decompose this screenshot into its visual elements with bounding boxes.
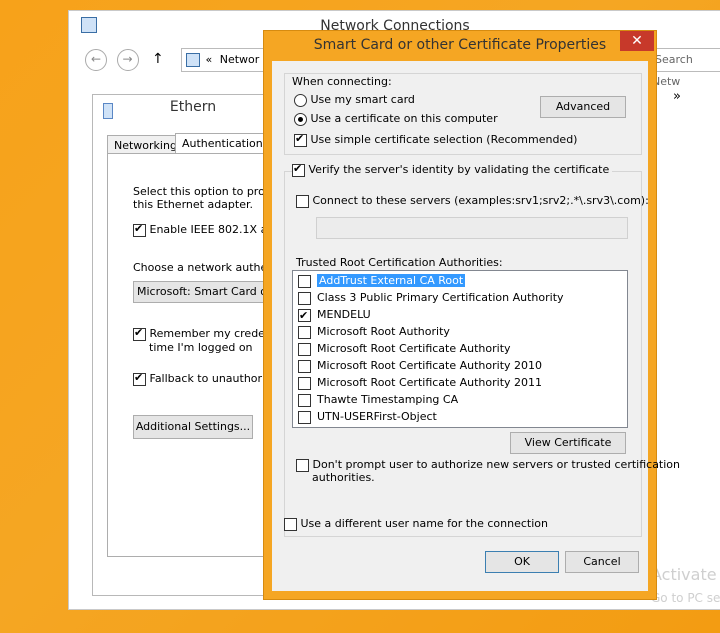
different-user-checkbox[interactable] xyxy=(284,517,297,531)
ca-name: AddTrust External CA Root xyxy=(317,274,466,287)
ca-checkbox[interactable] xyxy=(298,291,311,305)
dialog-title: Smart Card or other Certificate Properti… xyxy=(313,37,607,53)
simple-selection-label: Use simple certificate selection (Recomm… xyxy=(310,133,578,146)
ca-checkbox[interactable] xyxy=(298,393,311,407)
fallback-checkbox[interactable] xyxy=(133,371,146,386)
ca-checkbox[interactable] xyxy=(298,325,311,339)
search-input[interactable]: Search Netw xyxy=(651,48,720,88)
ca-checkbox[interactable] xyxy=(298,359,311,373)
ca-list-item[interactable]: UTN-USERFirst-Object xyxy=(298,408,618,425)
smart-card-radio[interactable] xyxy=(294,93,307,107)
ca-list-item[interactable]: MENDELU xyxy=(298,306,618,324)
additional-settings-button[interactable]: Additional Settings... xyxy=(133,415,253,439)
ca-list-item[interactable]: Microsoft Root Certificate Authority xyxy=(298,340,618,357)
ca-list-item[interactable]: AddTrust External CA Root xyxy=(298,272,618,289)
smart-card-dialog: Smart Card or other Certificate Properti… xyxy=(263,30,680,600)
activation-watermark: Activate xyxy=(651,565,717,584)
ok-button[interactable]: OK xyxy=(485,551,559,573)
breadcrumb[interactable]: Networ xyxy=(220,53,260,66)
auth-method-select[interactable]: Microsoft: Smart Card or oth xyxy=(133,281,278,303)
ca-list-item[interactable]: Class 3 Public Primary Certification Aut… xyxy=(298,289,618,306)
ca-checkbox[interactable] xyxy=(298,307,311,324)
ca-list-item[interactable]: Thawte Timestamping CA xyxy=(298,391,618,408)
remember-credentials-label-2: time I'm logged on xyxy=(149,341,253,354)
folder-icon xyxy=(186,53,200,67)
ca-name: Thawte Timestamping CA xyxy=(317,393,459,406)
verify-server-label: Verify the server's identity by validati… xyxy=(308,163,610,176)
certificate-radio[interactable] xyxy=(294,112,307,126)
dont-prompt-label-2: authorities. xyxy=(312,471,375,484)
enable-8021x-checkbox[interactable] xyxy=(133,222,146,237)
breadcrumb-chevrons: « xyxy=(205,53,213,66)
ca-checkbox[interactable] xyxy=(298,342,311,356)
connect-servers-label: Connect to these servers (examples:srv1;… xyxy=(312,194,649,207)
ca-name: UTN-USERFirst-Object xyxy=(317,410,437,423)
view-certificate-button[interactable]: View Certificate xyxy=(510,432,626,454)
ca-checkbox[interactable] xyxy=(298,274,311,288)
ca-list-item[interactable]: Microsoft Root Certificate Authority 201… xyxy=(298,357,618,374)
dont-prompt-label: Don't prompt user to authorize new serve… xyxy=(312,458,681,471)
ca-name: Class 3 Public Primary Certification Aut… xyxy=(317,291,564,304)
ca-name: Microsoft Root Certificate Authority 201… xyxy=(317,359,543,372)
ca-name: MENDELU xyxy=(317,308,371,321)
ca-rows: AddTrust External CA Root Class 3 Public … xyxy=(298,272,618,425)
ca-list-item[interactable]: Microsoft Root Authority xyxy=(298,323,618,340)
back-button[interactable]: ← xyxy=(85,49,107,71)
verify-server-checkbox[interactable] xyxy=(292,162,305,177)
cancel-button[interactable]: Cancel xyxy=(565,551,639,573)
activation-watermark-sub: Go to PC se xyxy=(651,591,720,605)
close-button[interactable]: ✕ xyxy=(620,31,654,51)
when-connecting-label: When connecting: xyxy=(292,75,392,88)
simple-selection-checkbox[interactable] xyxy=(294,132,307,147)
tab-authentication[interactable]: Authentication xyxy=(175,133,270,154)
different-user-label: Use a different user name for the connec… xyxy=(300,517,548,530)
toolbar-overflow[interactable]: » xyxy=(673,89,681,104)
ca-list-item[interactable]: Microsoft Root Certificate Authority 201… xyxy=(298,374,618,391)
ca-name: Microsoft Root Authority xyxy=(317,325,450,338)
ca-name: Microsoft Root Certificate Authority xyxy=(317,342,511,355)
remember-credentials-checkbox[interactable] xyxy=(133,326,146,341)
auth-description-2: this Ethernet adapter. xyxy=(133,198,253,211)
smart-card-label: Use my smart card xyxy=(310,93,415,106)
ca-checkbox[interactable] xyxy=(298,376,311,390)
up-button[interactable]: ↑ xyxy=(152,51,164,67)
connect-servers-checkbox[interactable] xyxy=(296,194,309,208)
trusted-roots-label: Trusted Root Certification Authorities: xyxy=(296,256,503,269)
certificate-label: Use a certificate on this computer xyxy=(310,112,498,125)
address-bar[interactable]: « Networ xyxy=(181,48,273,72)
ca-name: Microsoft Root Certificate Authority 201… xyxy=(317,376,543,389)
ca-checkbox[interactable] xyxy=(298,410,311,424)
dialog-body: When connecting: Use my smart card Use a… xyxy=(272,61,680,591)
advanced-button[interactable]: Advanced xyxy=(540,96,626,118)
forward-button[interactable]: → xyxy=(116,49,139,71)
servers-input[interactable] xyxy=(316,217,628,239)
dont-prompt-checkbox[interactable] xyxy=(296,458,309,472)
